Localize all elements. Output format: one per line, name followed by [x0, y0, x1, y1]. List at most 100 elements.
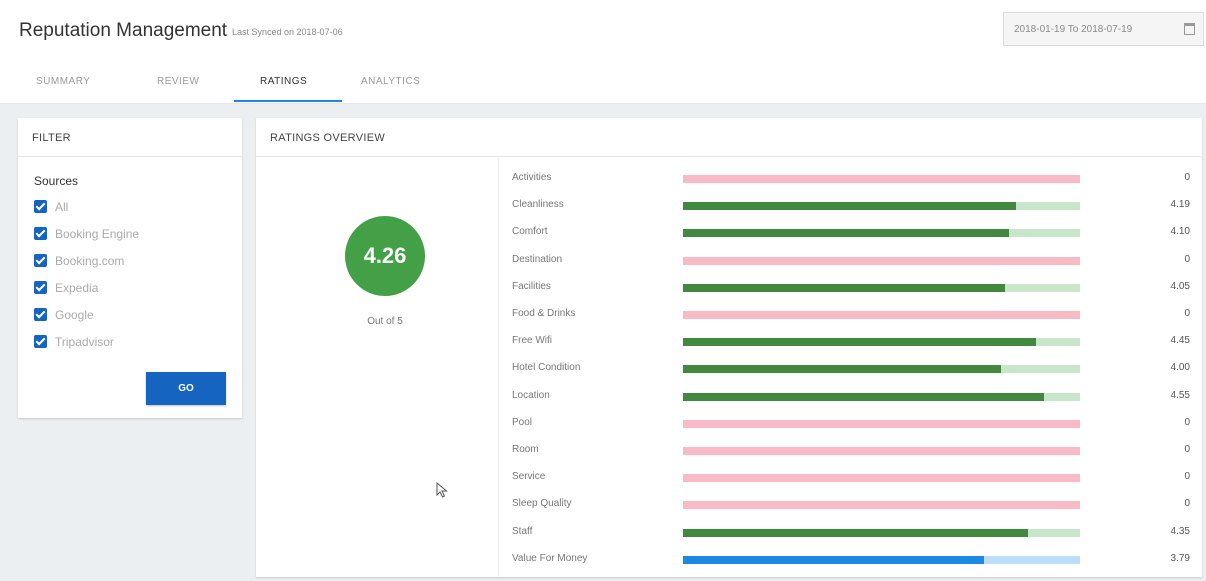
page-title: Reputation Management	[19, 20, 228, 41]
date-range-picker[interactable]: 2018-01-19 To 2018-07-19	[1003, 12, 1204, 46]
rating-category-label: Sleep Quality	[512, 498, 572, 510]
source-label: Expedia	[55, 281, 99, 295]
rating-row: Service 0	[512, 471, 1202, 485]
rating-bar-track	[683, 501, 1080, 510]
checkbox-checked-icon[interactable]	[34, 308, 47, 321]
rating-bar-track	[683, 229, 1080, 238]
rating-value-label: 3.79	[1170, 552, 1190, 564]
rating-value-label: 4.05	[1170, 280, 1190, 292]
rating-value-label: 4.10	[1170, 226, 1190, 238]
sources-label: Sources	[34, 174, 79, 188]
panel-divider	[498, 158, 499, 577]
out-of-label: Out of 5	[367, 316, 403, 327]
mouse-cursor-icon	[436, 482, 448, 498]
rating-bar-track	[683, 474, 1080, 483]
rating-value-label: 4.19	[1170, 199, 1190, 211]
rating-value-label: 4.55	[1170, 389, 1190, 401]
rating-row: Destination 0	[512, 254, 1202, 268]
rating-category-label: Value For Money	[512, 552, 588, 564]
source-label: Booking.com	[55, 254, 125, 268]
rating-row: Room 0	[512, 444, 1202, 458]
rating-bar-fill	[683, 392, 1045, 401]
rating-row: Staff 4.35	[512, 526, 1202, 540]
rating-value-label: 4.45	[1170, 335, 1190, 347]
ratings-overview-title: RATINGS OVERVIEW	[256, 118, 1202, 157]
rating-row: Value For Money 3.79	[512, 553, 1202, 567]
filter-title: FILTER	[18, 118, 242, 157]
rating-row: Hotel Condition 4.00	[512, 362, 1202, 376]
date-range-text: 2018-01-19 To 2018-07-19	[1014, 24, 1133, 35]
rating-row: Pool 0	[512, 417, 1202, 431]
checkbox-checked-icon[interactable]	[34, 254, 47, 267]
rating-category-label: Facilities	[512, 280, 551, 292]
rating-bar-track	[683, 202, 1080, 211]
rating-value-label: 0	[1184, 172, 1190, 183]
rating-bar-track	[683, 392, 1080, 401]
source-label: Google	[55, 308, 94, 322]
rating-category-label: Food & Drinks	[512, 308, 576, 319]
rating-bar-track	[683, 528, 1080, 537]
rating-row: Free Wifi 4.45	[512, 335, 1202, 349]
tab-ratings[interactable]: RATINGS	[260, 76, 307, 87]
rating-value-label: 0	[1184, 498, 1190, 510]
checkbox-checked-icon[interactable]	[34, 227, 47, 240]
rating-category-label: Location	[512, 389, 550, 401]
rating-bar-track	[683, 256, 1080, 265]
tab-bar: SUMMARY REVIEW RATINGS ANALYTICS	[0, 64, 1206, 104]
rating-bar-fill	[683, 555, 984, 564]
rating-bar-track	[683, 447, 1080, 455]
rating-value-label: 0	[1184, 444, 1190, 455]
filter-panel: FILTER Sources All Booking Engine Bookin…	[18, 118, 242, 418]
rating-bar-fill	[683, 229, 1009, 238]
rating-bar-track	[683, 175, 1080, 183]
rating-row: Location 4.55	[512, 390, 1202, 404]
tab-analytics[interactable]: ANALYTICS	[361, 76, 420, 87]
rating-category-label: Comfort	[512, 226, 548, 238]
top-bar: Reputation Management Last Synced on 201…	[0, 0, 1206, 64]
calendar-icon[interactable]	[1184, 23, 1195, 35]
rating-category-label: Staff	[512, 525, 533, 537]
checkbox-checked-icon[interactable]	[34, 281, 47, 294]
last-synced-text: Last Synced on 2018-07-06	[232, 27, 343, 37]
rating-category-label: Activities	[512, 172, 552, 183]
rating-value-label: 4.00	[1170, 362, 1190, 374]
rating-row: Sleep Quality 0	[512, 498, 1202, 512]
active-tab-indicator	[234, 100, 342, 102]
rating-value-label: 0	[1184, 416, 1190, 428]
rating-bar-fill	[683, 338, 1037, 347]
rating-value-label: 0	[1184, 471, 1190, 483]
rating-bar-track	[683, 283, 1080, 292]
source-label: Booking Engine	[55, 227, 140, 241]
tab-summary[interactable]: SUMMARY	[36, 76, 90, 87]
go-button[interactable]: GO	[146, 372, 226, 405]
rating-category-label: Cleanliness	[512, 199, 564, 211]
rating-value-label: 4.35	[1170, 525, 1190, 537]
rating-bar-track	[683, 419, 1080, 428]
source-label: Tripadvisor	[55, 335, 114, 349]
rating-row: Comfort 4.10	[512, 226, 1202, 240]
ratings-overview-panel: RATINGS OVERVIEW 4.26 Out of 5 Activitie…	[256, 118, 1202, 577]
rating-bar-fill	[683, 365, 1001, 374]
source-label: All	[55, 200, 69, 214]
rating-bar-track	[683, 311, 1080, 319]
rating-category-label: Free Wifi	[512, 335, 552, 347]
rating-category-label: Service	[512, 471, 546, 483]
checkbox-checked-icon[interactable]	[34, 335, 47, 348]
rating-row: Cleanliness 4.19	[512, 199, 1202, 213]
rating-category-label: Room	[512, 444, 539, 455]
rating-row: Activities 0	[512, 172, 1202, 186]
rating-row: Facilities 4.05	[512, 281, 1202, 295]
rating-category-label: Pool	[512, 416, 533, 428]
rating-value-label: 0	[1184, 253, 1190, 265]
rating-bar-track	[683, 365, 1080, 374]
rating-bar-track	[683, 338, 1080, 347]
rating-category-label: Hotel Condition	[512, 362, 581, 374]
tab-review[interactable]: REVIEW	[157, 76, 199, 87]
rating-value-label: 0	[1184, 308, 1190, 319]
rating-bar-fill	[683, 283, 1005, 292]
rating-bar-track	[683, 555, 1080, 564]
rating-category-label: Destination	[512, 253, 563, 265]
rating-row: Food & Drinks 0	[512, 308, 1202, 322]
checkbox-checked-icon[interactable]	[34, 200, 47, 213]
rating-bar-fill	[683, 202, 1016, 211]
